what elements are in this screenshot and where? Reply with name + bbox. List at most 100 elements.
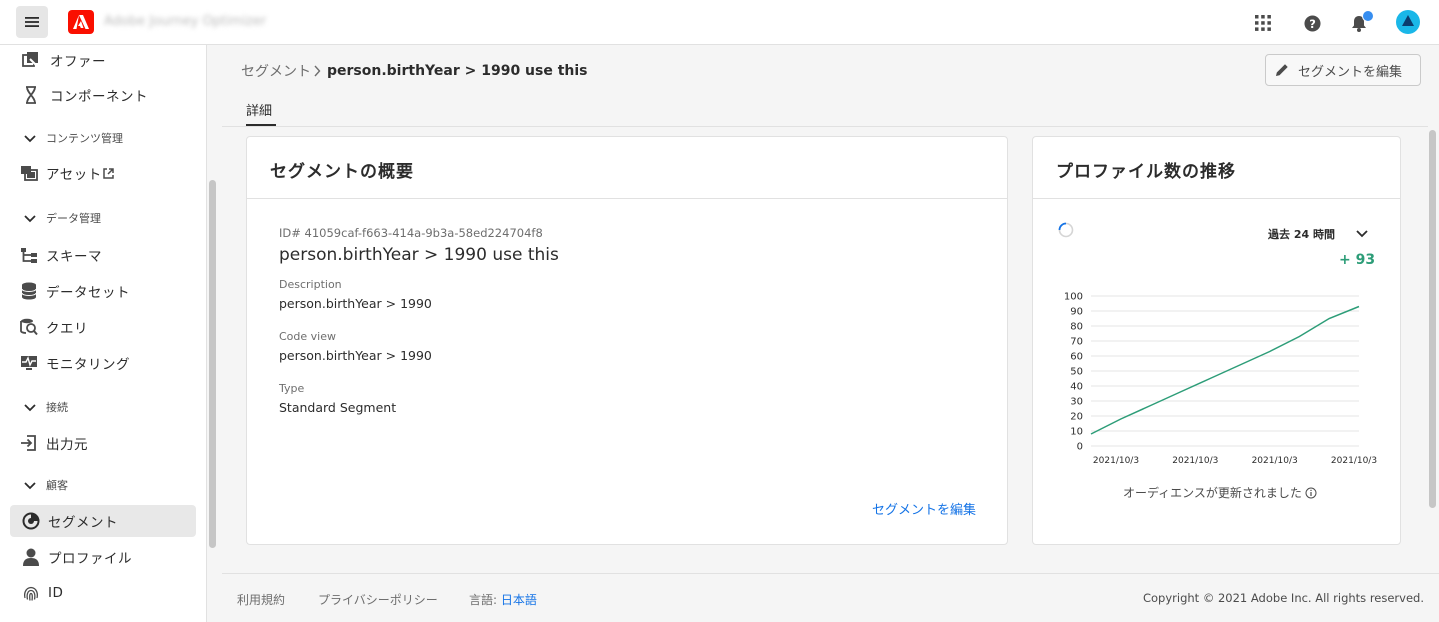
fingerprint-icon: [22, 584, 40, 602]
description-value: person.birthYear > 1990: [279, 296, 432, 311]
sidebar-item-datasets[interactable]: データセット: [10, 275, 196, 307]
code-view-value: person.birthYear > 1990: [279, 348, 432, 363]
y-tick-label: 60: [1070, 352, 1083, 363]
chevron-down-icon: [24, 404, 36, 412]
segment-id: ID# 41059caf-f663-414a-9b3a-58ed224704f8: [279, 226, 543, 240]
sidebar-item-monitoring[interactable]: モニタリング: [10, 347, 196, 379]
sidebar-item-label: オファー: [50, 54, 106, 70]
tabs-divider: [222, 126, 1428, 127]
main-scrollbar[interactable]: [1429, 130, 1436, 508]
info-icon[interactable]: [1305, 487, 1317, 499]
y-tick-label: 80: [1070, 322, 1083, 333]
svg-text:?: ?: [1309, 16, 1316, 30]
sidebar-item-assets[interactable]: アセット: [10, 157, 196, 189]
components-icon: [22, 86, 40, 104]
y-tick-label: 0: [1077, 442, 1083, 453]
sidebar-item-profiles[interactable]: プロファイル: [10, 541, 196, 573]
chevron-down-icon: [24, 482, 36, 490]
profile-trend-card: プロファイル数の推移 過去 24 時間 + 93 0 10 20 30 40 50 60 70…: [1032, 136, 1401, 545]
description-label: Description: [279, 278, 342, 291]
sidebar: オファー コンポーネント コンテンツ管理 アセット データ管理 スキーマ データ…: [0, 45, 207, 622]
sidebar-section-connections[interactable]: 接続: [24, 397, 68, 417]
sidebar-item-label: アセット: [46, 167, 102, 183]
language-selector[interactable]: 言語: 日本語: [469, 591, 537, 608]
type-label: Type: [279, 382, 305, 395]
offers-icon: [22, 51, 40, 69]
segment-overview-card: セグメントの概要 ID# 41059caf-f663-414a-9b3a-58e…: [246, 136, 1008, 545]
top-bar: Adobe Journey Optimizer ?: [0, 0, 1439, 45]
sidebar-scrollbar[interactable]: [209, 180, 216, 548]
y-tick-label: 10: [1070, 427, 1083, 438]
x-tick-label: 2021/10/3: [1252, 456, 1298, 466]
chevron-down-icon: [24, 135, 36, 143]
y-tick-label: 40: [1070, 382, 1083, 393]
segments-icon: [22, 512, 40, 530]
x-tick-label: 2021/10/3: [1093, 456, 1139, 466]
queries-icon: [20, 318, 38, 336]
breadcrumb-parent-link[interactable]: セグメント: [241, 61, 311, 81]
card-divider: [1033, 198, 1400, 199]
sidebar-item-label: コンポーネント: [50, 89, 148, 105]
y-tick-label: 90: [1070, 307, 1083, 318]
edit-segment-button[interactable]: セグメントを編集: [1265, 54, 1421, 86]
copyright: Copyright © 2021 Adobe Inc. All rights r…: [1142, 591, 1424, 605]
apps-grid-icon[interactable]: [1252, 12, 1274, 34]
sidebar-item-label: ID: [48, 585, 64, 601]
profile-trend-title: プロファイル数の推移: [1056, 162, 1236, 182]
sidebar-item-offers[interactable]: オファー: [10, 45, 196, 76]
hamburger-menu-button[interactable]: [16, 6, 48, 38]
user-avatar[interactable]: [1396, 10, 1420, 34]
edit-segment-button-label: セグメントを編集: [1298, 64, 1403, 80]
sidebar-item-label: モニタリング: [46, 357, 130, 373]
profile-count-delta: + 93: [1339, 252, 1376, 268]
chevron-down-icon[interactable]: [1355, 226, 1369, 240]
breadcrumb-current: person.birthYear > 1990 use this: [327, 63, 588, 79]
segment-name: person.birthYear > 1990 use this: [279, 245, 559, 265]
sidebar-item-segments[interactable]: セグメント: [10, 505, 196, 537]
sidebar-item-components[interactable]: コンポーネント: [10, 79, 196, 111]
language-value[interactable]: 日本語: [501, 593, 537, 607]
period-select[interactable]: 過去 24 時間: [1268, 226, 1335, 242]
external-link-icon: [102, 167, 114, 179]
type-value: Standard Segment: [279, 400, 397, 415]
sidebar-section-customers[interactable]: 顧客: [24, 475, 68, 495]
sidebar-section-label: コンテンツ管理: [46, 132, 123, 145]
loading-spinner-icon: [1058, 222, 1074, 238]
sidebar-item-schemas[interactable]: スキーマ: [10, 239, 196, 271]
tab-details[interactable]: 詳細: [246, 100, 272, 119]
help-icon[interactable]: ?: [1301, 12, 1323, 34]
pencil-icon: [1276, 64, 1288, 76]
sidebar-item-label: データセット: [46, 285, 130, 301]
sidebar-item-queries[interactable]: クエリ: [10, 311, 196, 343]
sidebar-section-label: 接続: [46, 401, 68, 414]
schemas-icon: [20, 246, 38, 264]
y-tick-label: 100: [1064, 292, 1083, 303]
segment-overview-title: セグメントの概要: [270, 162, 414, 182]
datasets-icon: [20, 282, 38, 300]
adobe-logo-icon[interactable]: [68, 10, 94, 34]
privacy-policy-link[interactable]: プライバシーポリシー: [318, 591, 438, 608]
sidebar-item-sources[interactable]: 出力元: [10, 427, 196, 459]
x-tick-label: 2021/10/3: [1172, 456, 1218, 466]
sidebar-item-label: セグメント: [48, 515, 118, 531]
x-tick-label: 2021/10/3: [1331, 456, 1377, 466]
audience-updated-note: オーディエンスが更新されました: [1123, 484, 1317, 501]
language-label: 言語:: [469, 593, 498, 607]
app-title: Adobe Journey Optimizer: [104, 14, 267, 29]
monitoring-icon: [20, 354, 38, 372]
sidebar-item-label: 出力元: [46, 437, 88, 453]
assets-icon: [20, 164, 38, 182]
edit-segment-link[interactable]: セグメントを編集: [872, 499, 976, 518]
sidebar-item-identities[interactable]: ID: [10, 577, 196, 609]
profile-person-icon: [22, 548, 40, 566]
sidebar-item-label: スキーマ: [46, 249, 102, 265]
terms-link[interactable]: 利用規約: [237, 591, 285, 608]
code-view-label: Code view: [279, 330, 336, 343]
sidebar-section-content-management[interactable]: コンテンツ管理: [24, 128, 123, 148]
y-tick-label: 30: [1070, 397, 1083, 408]
audience-updated-text: オーディエンスが更新されました: [1123, 486, 1302, 500]
hamburger-icon: [25, 17, 39, 27]
sidebar-item-label: プロファイル: [48, 551, 132, 567]
chevron-down-icon: [24, 215, 36, 223]
sidebar-section-data-management[interactable]: データ管理: [24, 208, 101, 228]
